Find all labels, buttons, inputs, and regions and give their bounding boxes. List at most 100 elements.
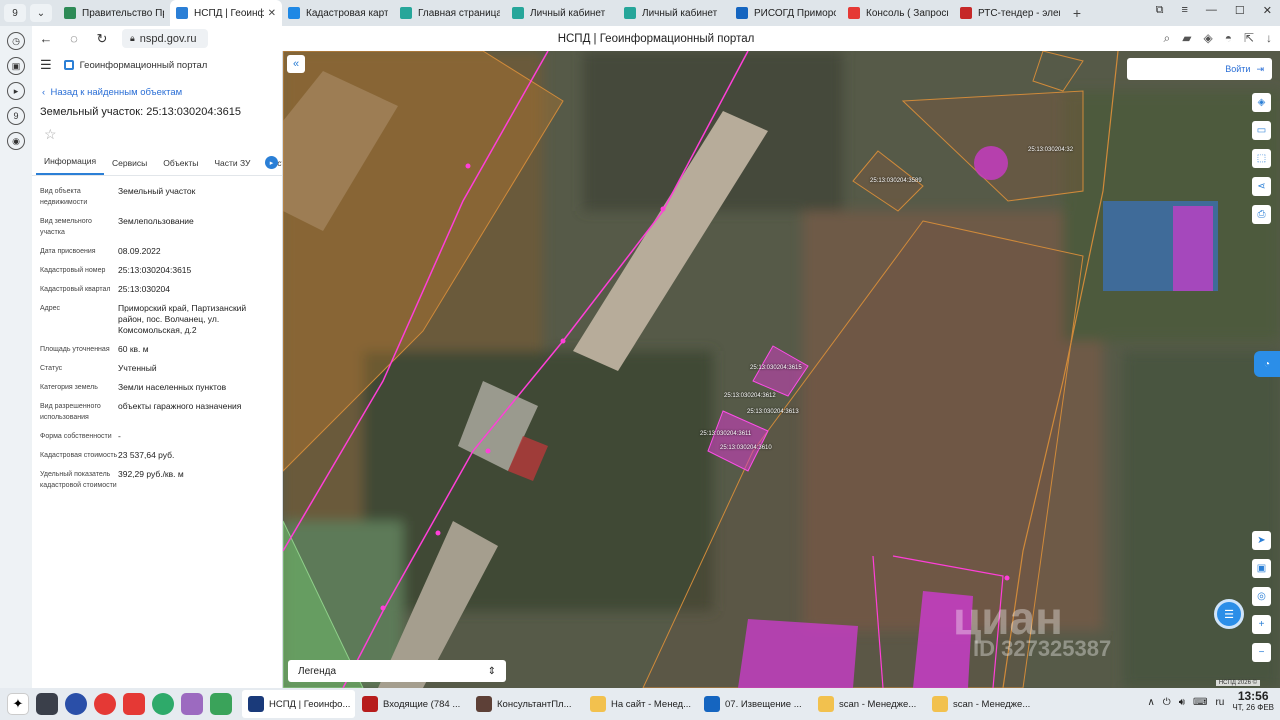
- app-icon[interactable]: [123, 693, 145, 715]
- taskbar-task[interactable]: КонсультантПл...: [470, 690, 583, 718]
- attribute-row: Категория земель Земли населенных пунктов: [32, 382, 282, 393]
- browser-tab[interactable]: Личный кабинет: [618, 0, 730, 26]
- layers-icon[interactable]: ◈: [1252, 93, 1271, 112]
- attribute-key: Вид земельного участка: [40, 218, 92, 236]
- collapse-panel-button[interactable]: «: [287, 55, 305, 73]
- parcel-label[interactable]: 25:13:030204:32: [1028, 147, 1073, 153]
- parcel-label[interactable]: 25:13:030204:3613: [747, 409, 799, 415]
- camera-icon[interactable]: ◉: [7, 132, 25, 150]
- attribute-key: Кадастровый номер: [40, 267, 106, 274]
- play-icon[interactable]: ▸: [7, 82, 25, 100]
- attribute-value: 23 537,64 руб.: [118, 450, 175, 460]
- favorite-star-icon[interactable]: ☆: [32, 118, 282, 150]
- map-view[interactable]: 25:13:030204:3589 25:13:030204:32 25:13:…: [283, 51, 1280, 688]
- panel-tab[interactable]: Объекты: [155, 158, 206, 175]
- menu-icon[interactable]: ≡: [1181, 4, 1187, 17]
- attribute-list: Вид объекта недвижимости Земельный участо…: [32, 176, 282, 491]
- object-title: Земельный участок: 25:13:030204:3615: [40, 106, 242, 118]
- url-field[interactable]: 🔒︎ nspd.gov.ru: [122, 29, 208, 48]
- yandex-browser-icon[interactable]: [65, 693, 87, 715]
- browser-tab[interactable]: Главная страница: [394, 0, 506, 26]
- share-icon[interactable]: ⇱: [1244, 31, 1254, 46]
- bookmarks-icon[interactable]: ⧉: [1156, 4, 1164, 17]
- attribute-row: Адрес Приморский край, Партизанский район…: [32, 303, 282, 336]
- attribute-row: Вид земельного участка Землепользование: [32, 216, 282, 238]
- panel-tab[interactable]: Информация: [36, 156, 105, 175]
- parcel-label[interactable]: 25:13:030204:3610: [720, 445, 772, 451]
- new-tab-plus-icon[interactable]: +: [1066, 5, 1088, 21]
- app-icon[interactable]: [210, 693, 232, 715]
- back-arrow-icon[interactable]: ←: [32, 31, 60, 46]
- vertex-marker: [380, 605, 386, 611]
- parcel-label[interactable]: 25:13:030204:3612: [724, 393, 776, 399]
- language-indicator[interactable]: ru: [1215, 697, 1224, 708]
- clock[interactable]: 13:56 ЧТ, 26 ФЕВ: [1232, 690, 1274, 714]
- power-icon[interactable]: ⏻: [1163, 697, 1171, 708]
- keyboard-icon[interactable]: ⌨: [1193, 697, 1207, 708]
- browser-tab[interactable]: Кадастровая карта: [282, 0, 394, 26]
- extension-icon[interactable]: ◈: [1203, 31, 1212, 46]
- panel-tab[interactable]: Сервисы: [104, 158, 155, 175]
- taskbar-task[interactable]: 07. Извещение ...: [698, 690, 811, 718]
- back-to-results-link[interactable]: ‹ Назад к найденным объектам: [32, 79, 282, 98]
- legend-dropdown[interactable]: Легенда ⇕: [288, 660, 506, 682]
- panel-tabs: ИнформацияСервисыОбъектыЧасти ЗУСоста▸: [32, 150, 282, 176]
- feedback-icon[interactable]: ◔: [1254, 351, 1280, 377]
- app-icon[interactable]: [181, 693, 203, 715]
- volume-icon[interactable]: 🔊︎: [1179, 697, 1185, 708]
- browser-tab[interactable]: РИСОГД Приморск: [730, 0, 842, 26]
- search-icon[interactable]: ⌕: [1163, 31, 1170, 46]
- chevron-down-icon[interactable]: ⌄: [30, 4, 52, 22]
- parcel-label[interactable]: 25:13:030204:3611: [700, 431, 751, 437]
- browser-tab[interactable]: НСПД | Геоинформ ✕: [170, 0, 282, 26]
- maximize-icon[interactable]: ☐: [1235, 4, 1245, 17]
- history-icon[interactable]: ◷: [7, 32, 25, 50]
- window-switch-icon[interactable]: [36, 693, 58, 715]
- tray-expand-icon[interactable]: ∧: [1147, 697, 1154, 708]
- bookmark-icon[interactable]: ▰: [1182, 31, 1191, 46]
- tab-count-badge[interactable]: 9: [4, 4, 26, 22]
- taskbar-task[interactable]: scan - Менедже...: [926, 690, 1039, 718]
- select-area-icon[interactable]: ⬚: [1252, 149, 1271, 168]
- browser-tab[interactable]: РТС-тендер - элект: [954, 0, 1066, 26]
- taskbar-task[interactable]: НСПД | Геоинфо...: [242, 690, 355, 718]
- share-map-icon[interactable]: ⋖: [1252, 177, 1271, 196]
- hamburger-menu-icon[interactable]: ☰: [40, 57, 52, 73]
- attribute-key: Кадастровая стоимость: [40, 452, 118, 459]
- nine-icon[interactable]: 9: [7, 107, 25, 125]
- measure-icon[interactable]: ▭: [1252, 121, 1271, 140]
- geolocation-icon[interactable]: ➤: [1252, 531, 1271, 550]
- taskbar-task[interactable]: На сайт - Менед...: [584, 690, 697, 718]
- taskbar-task[interactable]: Входящие (784 ...: [356, 690, 469, 718]
- mask-icon[interactable]: ◓: [1225, 31, 1232, 46]
- parcel-polygon[interactable]: [738, 619, 858, 688]
- chat-icon[interactable]: ☰: [1214, 599, 1244, 629]
- app-icon[interactable]: [152, 693, 174, 715]
- login-button[interactable]: Войти ⇥: [1127, 58, 1272, 80]
- zoom-out-icon[interactable]: −: [1252, 643, 1271, 662]
- point-marker[interactable]: [974, 146, 1008, 180]
- close-tab-icon[interactable]: ✕: [268, 8, 276, 19]
- protect-icon[interactable]: ◌: [60, 31, 88, 46]
- start-star-icon[interactable]: ✦: [7, 693, 29, 715]
- browser-tab[interactable]: Консоль ( Запросы: [842, 0, 954, 26]
- taskbar-task[interactable]: scan - Менедже...: [812, 690, 925, 718]
- zoom-in-icon[interactable]: +: [1252, 615, 1271, 634]
- reload-icon[interactable]: ↻: [88, 31, 116, 47]
- tab-favicon-icon: [176, 7, 188, 19]
- app-icon[interactable]: [94, 693, 116, 715]
- location-icon[interactable]: ◎: [1252, 587, 1271, 606]
- print-icon[interactable]: ⎙: [1252, 205, 1271, 224]
- tabs-scroll-right-icon[interactable]: ▸: [265, 156, 278, 169]
- minimize-icon[interactable]: —: [1206, 4, 1217, 17]
- parcel-polygon[interactable]: [1173, 206, 1213, 291]
- download-icon[interactable]: ↓: [1266, 31, 1272, 46]
- parcel-label[interactable]: 25:13:030204:3589: [870, 178, 922, 184]
- browser-tab[interactable]: Правительство Прим: [58, 0, 170, 26]
- parcel-label[interactable]: 25:13:030204:3615: [750, 365, 802, 371]
- minimap-icon[interactable]: ▣: [1252, 559, 1271, 578]
- close-window-icon[interactable]: ✕: [1263, 4, 1272, 17]
- browser-tab[interactable]: Личный кабинет: [506, 0, 618, 26]
- panel-tab[interactable]: Части ЗУ: [206, 158, 258, 175]
- collections-icon[interactable]: ▣: [7, 57, 25, 75]
